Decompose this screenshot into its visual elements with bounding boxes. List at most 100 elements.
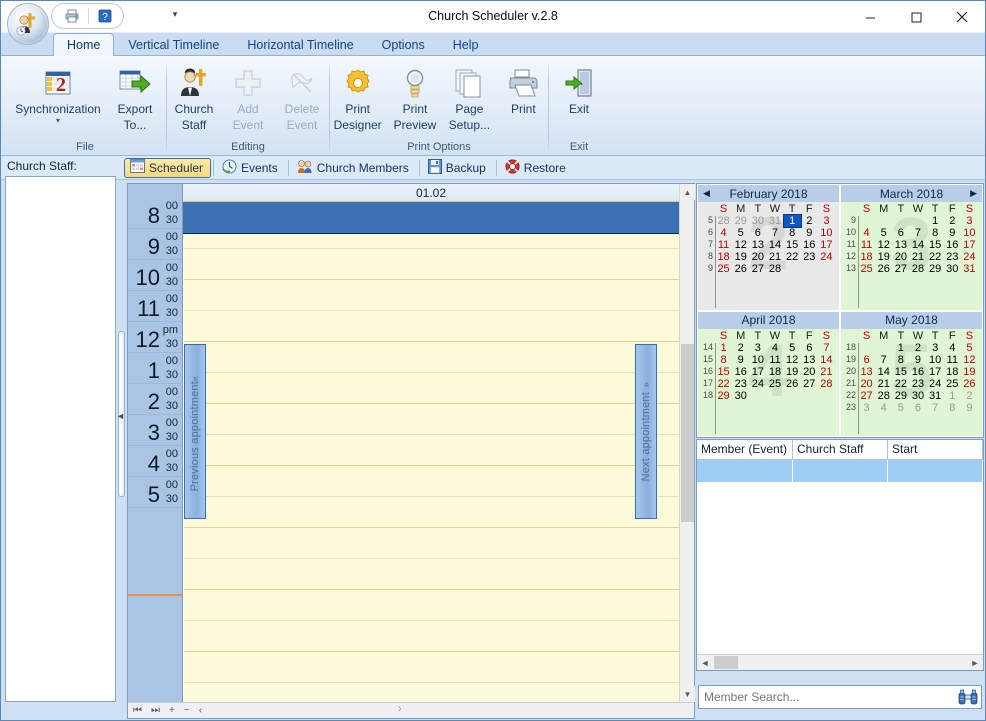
calendar-day[interactable]: 15 <box>715 366 732 378</box>
calendar-day[interactable]: 25 <box>944 378 961 390</box>
ribbon-tab-help[interactable]: Help <box>439 33 493 55</box>
calendar-day[interactable]: 1 <box>782 214 802 228</box>
calendar-day[interactable]: 11 <box>766 354 783 366</box>
calendar-day[interactable]: 5 <box>732 227 749 239</box>
calendar-day[interactable]: 23 <box>944 251 961 263</box>
calendar-day[interactable]: 9 <box>944 227 961 239</box>
calendar-day[interactable]: 17 <box>927 366 944 378</box>
first-record-button[interactable]: ⏮ <box>133 705 142 716</box>
column-header-member-event[interactable]: Member (Event) <box>697 440 793 459</box>
calendar-day[interactable]: 3 <box>961 215 978 227</box>
calendar-day[interactable]: 15 <box>927 239 944 251</box>
calendar-day[interactable]: 20 <box>749 251 766 263</box>
page-setup-button[interactable]: Page Setup... <box>442 63 496 135</box>
calendar-day[interactable]: 13 <box>892 239 909 251</box>
calendar-day[interactable]: 29 <box>927 263 944 275</box>
calendar-day[interactable]: 26 <box>732 263 749 275</box>
time-row-3[interactable]: 3 00 30 <box>128 415 182 446</box>
exit-button[interactable]: Exit <box>552 63 606 119</box>
calendar-day[interactable]: 6 <box>909 402 926 414</box>
calendar-day[interactable]: 17 <box>749 366 766 378</box>
calendar-day[interactable]: 5 <box>961 342 978 354</box>
calendar-day[interactable]: 3 <box>927 342 944 354</box>
calendar-day[interactable]: 9 <box>732 354 749 366</box>
calendar-day[interactable]: 22 <box>715 378 732 390</box>
time-row-9[interactable]: 9 00 30 <box>128 229 182 260</box>
maximize-button[interactable] <box>893 1 939 33</box>
calendar-day[interactable]: 9 <box>909 354 926 366</box>
calendar-day[interactable]: 1 <box>927 215 944 227</box>
calendar-day[interactable]: 25 <box>858 263 875 275</box>
calendar-may[interactable]: May 2018 5 S M T W T F S 18 1 2 3 4 5 19 6 7 8 9 1 <box>840 310 983 437</box>
calendar-day[interactable]: 3 <box>749 342 766 354</box>
calendar-day[interactable]: 2 <box>732 342 749 354</box>
calendar-day[interactable]: 22 <box>927 251 944 263</box>
calendar-day[interactable]: 28 <box>818 378 835 390</box>
calendar-day[interactable]: 10 <box>749 354 766 366</box>
calendar-day[interactable]: 26 <box>784 378 801 390</box>
calendar-day[interactable]: 4 <box>875 402 892 414</box>
calendar-day[interactable]: 9 <box>801 227 818 239</box>
last-record-button[interactable]: ⏭ <box>151 705 160 716</box>
calendar-day[interactable]: 7 <box>875 354 892 366</box>
print-designer-button[interactable]: Print Designer <box>328 63 388 135</box>
calendar-day[interactable]: 27 <box>749 263 766 275</box>
calendar-day[interactable]: 15 <box>784 239 801 251</box>
calendar-day[interactable]: 5 <box>784 342 801 354</box>
calendar-day[interactable]: 11 <box>858 239 875 251</box>
scheduler-grid[interactable] <box>184 234 679 702</box>
calendar-day[interactable]: 30 <box>749 215 766 227</box>
calendar-day[interactable]: 17 <box>818 239 835 251</box>
calendar-day[interactable]: 10 <box>818 227 835 239</box>
calendar-day[interactable]: 4 <box>766 342 783 354</box>
calendar-day[interactable]: 11 <box>944 354 961 366</box>
time-row-2[interactable]: 2 00 30 <box>128 384 182 415</box>
calendar-day[interactable]: 26 <box>875 263 892 275</box>
calendar-day[interactable]: 25 <box>715 263 732 275</box>
calendar-day[interactable]: 20 <box>858 378 875 390</box>
calendar-day[interactable]: 22 <box>892 378 909 390</box>
calendar-day[interactable]: 14 <box>766 239 783 251</box>
calendar-day[interactable]: 23 <box>909 378 926 390</box>
scroll-left-button[interactable]: ◄ <box>697 655 713 670</box>
calendar-day[interactable]: 28 <box>875 390 892 402</box>
calendar-day[interactable]: 1 <box>892 342 909 354</box>
calendar-day[interactable]: 30 <box>732 390 749 402</box>
calendar-day[interactable]: 6 <box>892 227 909 239</box>
export-to-button[interactable]: Export To... <box>108 63 162 135</box>
calendar-day[interactable]: 25 <box>766 378 783 390</box>
cell-start[interactable] <box>888 460 983 482</box>
calendar-day[interactable]: 27 <box>858 390 875 402</box>
ribbon-tab-options[interactable]: Options <box>368 33 439 55</box>
calendar-day[interactable]: 13 <box>858 366 875 378</box>
calendar-day[interactable]: 18 <box>944 366 961 378</box>
calendar-day[interactable]: 17 <box>961 239 978 251</box>
calendar-day[interactable]: 23 <box>801 251 818 263</box>
calendar-day[interactable]: 28 <box>766 263 783 275</box>
calendar-day[interactable]: 31 <box>927 390 944 402</box>
calendar-day[interactable]: 27 <box>801 378 818 390</box>
prev-record-button[interactable]: ‹ <box>199 705 202 716</box>
scroll-down-button[interactable]: ▼ <box>680 686 695 702</box>
cell-member-event[interactable] <box>697 460 793 482</box>
calendar-day[interactable]: 20 <box>892 251 909 263</box>
calendar-day[interactable]: 10 <box>927 354 944 366</box>
member-search-box[interactable] <box>698 685 982 709</box>
scroll-right-button[interactable]: ► <box>967 655 983 670</box>
calendar-day[interactable]: 16 <box>801 239 818 251</box>
calendar-day[interactable]: 2 <box>944 215 961 227</box>
time-row-8[interactable]: 8 00 30 <box>128 198 182 229</box>
member-search-input[interactable] <box>699 687 957 707</box>
calendar-day[interactable]: 2 <box>801 215 818 227</box>
binoculars-icon[interactable] <box>957 687 979 707</box>
help-icon[interactable]: ? <box>95 6 115 26</box>
calendar-day[interactable]: 13 <box>749 239 766 251</box>
calendar-day[interactable]: 15 <box>892 366 909 378</box>
tab-restore[interactable]: Restore <box>499 158 574 178</box>
calendar-day[interactable]: 12 <box>961 354 978 366</box>
scrollbar-thumb[interactable] <box>681 344 694 522</box>
next-record-button[interactable]: › <box>398 703 686 717</box>
scroll-up-button[interactable]: ▲ <box>680 184 695 200</box>
calendar-day[interactable]: 29 <box>892 390 909 402</box>
calendar-february[interactable]: ◀ February 2018 2 S M T W T F S 5 28 29 … <box>697 184 840 311</box>
